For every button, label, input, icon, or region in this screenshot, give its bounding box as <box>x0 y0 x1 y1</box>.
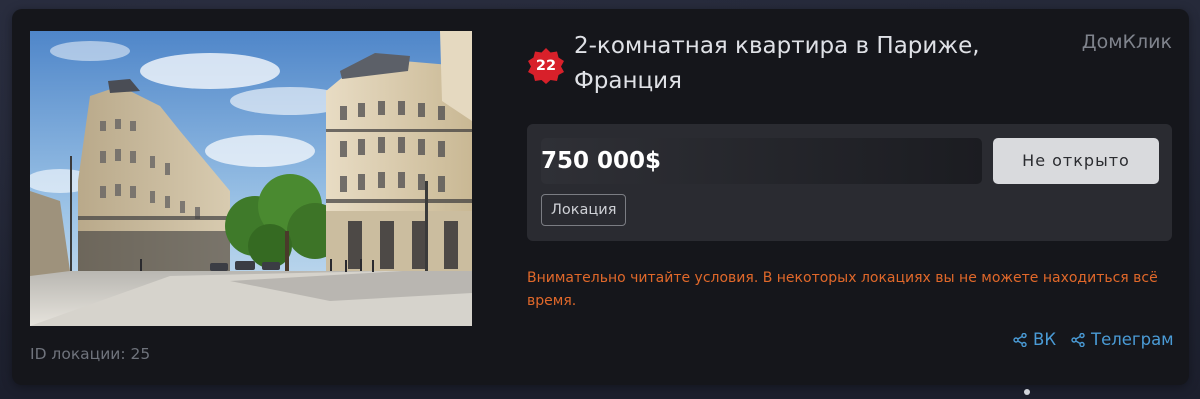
title-line-2: Франция <box>574 68 682 94</box>
brand-name: ДомКлик <box>1081 31 1172 53</box>
level-badge: 22 <box>527 47 565 85</box>
share-vk-link[interactable]: ВК <box>1013 329 1056 351</box>
carousel-dot[interactable] <box>1024 389 1030 395</box>
share-telegram-link[interactable]: Телеграм <box>1071 329 1174 351</box>
listing-title: 2-комнатная квартира в Париже, Франция <box>574 29 1054 99</box>
warning-text: Внимательно читайте условия. В некоторых… <box>527 270 1158 309</box>
badge-number: 22 <box>535 58 557 74</box>
price-panel: 750 000$ Не открыто Локация <box>527 124 1172 241</box>
price-box: 750 000$ <box>541 138 982 184</box>
share-icon <box>1071 332 1085 348</box>
share-vk-label: ВК <box>1033 330 1057 349</box>
status-button[interactable]: Не открыто <box>993 138 1159 184</box>
listing-card: ID локации: 25 22 2-комнатная квартира в… <box>12 9 1189 385</box>
price-value: 750 000$ <box>541 148 662 174</box>
page: ID локации: 25 22 2-комнатная квартира в… <box>0 0 1200 399</box>
share-icon <box>1013 332 1027 348</box>
title-line-1: 2-комнатная квартира в Париже, <box>574 33 980 59</box>
location-tag-button[interactable]: Локация <box>541 194 627 226</box>
listing-photo <box>30 31 472 326</box>
share-telegram-label: Телеграм <box>1091 330 1174 349</box>
location-id: ID локации: 25 <box>30 345 151 363</box>
